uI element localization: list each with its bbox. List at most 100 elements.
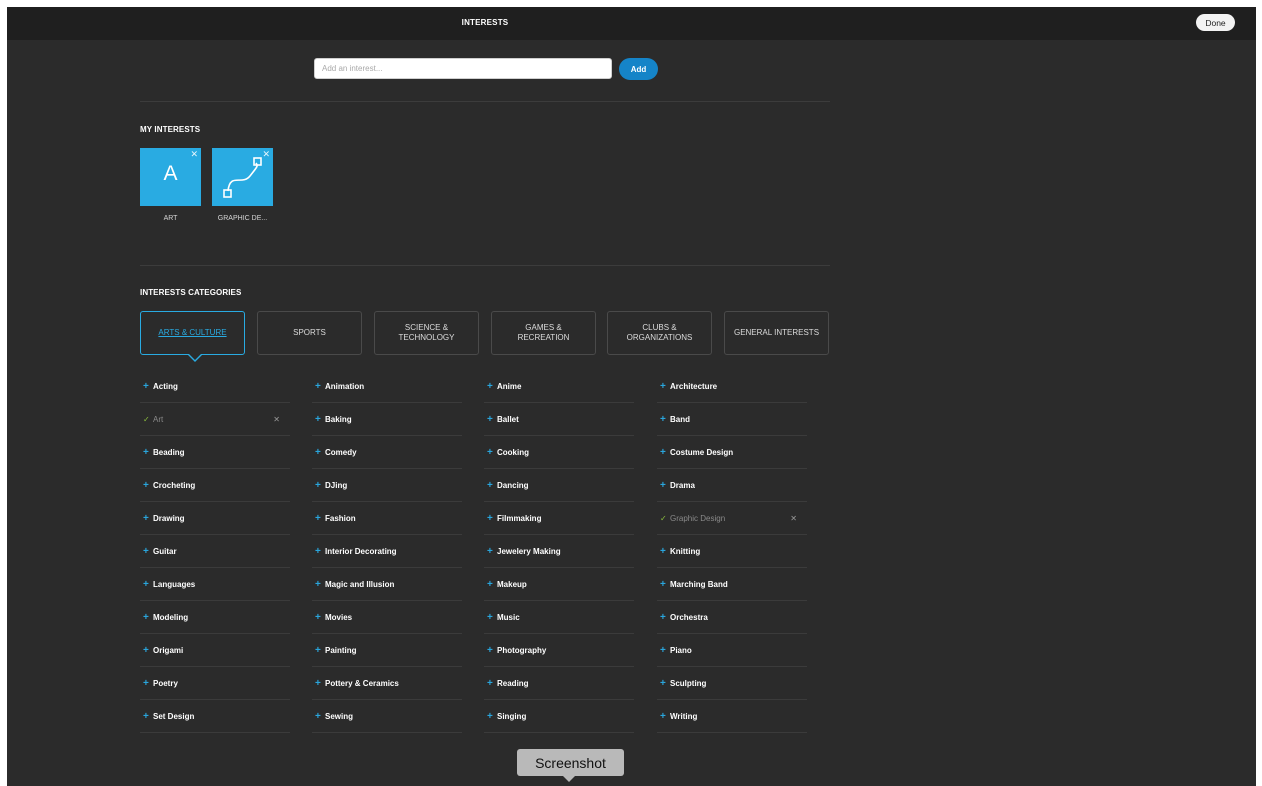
interest-item[interactable]: ✓ Art ✕: [140, 403, 290, 436]
plus-icon: +: [487, 677, 493, 689]
interest-label: Sculpting: [670, 678, 707, 688]
interest-item[interactable]: + Beading: [140, 436, 290, 469]
interest-label: Painting: [325, 645, 357, 655]
interest-item[interactable]: ✓ Graphic Design ✕: [657, 502, 807, 535]
interest-item[interactable]: + Drama: [657, 469, 807, 502]
plus-icon: +: [143, 512, 149, 524]
plus-icon: +: [487, 578, 493, 590]
remove-icon[interactable]: ✕: [190, 149, 198, 159]
interest-item[interactable]: + Poetry: [140, 667, 290, 700]
interest-item[interactable]: + Ballet: [484, 403, 634, 436]
interest-item[interactable]: + Orchestra: [657, 601, 807, 634]
interest-item[interactable]: + Pottery & Ceramics: [312, 667, 462, 700]
interest-label: Reading: [497, 678, 529, 688]
interest-item[interactable]: + Painting: [312, 634, 462, 667]
plus-icon: +: [143, 644, 149, 656]
interest-item[interactable]: + Dancing: [484, 469, 634, 502]
interest-item[interactable]: + Fashion: [312, 502, 462, 535]
plus-icon: +: [487, 446, 493, 458]
interest-item[interactable]: + Magic and Illusion: [312, 568, 462, 601]
interest-label: Band: [670, 414, 690, 424]
interest-item[interactable]: + Piano: [657, 634, 807, 667]
plus-icon: +: [487, 545, 493, 557]
plus-icon: +: [143, 545, 149, 557]
plus-icon: +: [487, 710, 493, 722]
plus-icon: +: [487, 611, 493, 623]
interest-label: Origami: [153, 645, 184, 655]
remove-icon[interactable]: ✕: [790, 514, 797, 523]
interest-tile-graphic-design[interactable]: ✕: [212, 148, 273, 206]
interest-label: Ballet: [497, 414, 519, 424]
interest-item[interactable]: + Photography: [484, 634, 634, 667]
interest-item[interactable]: + Drawing: [140, 502, 290, 535]
interest-item[interactable]: + Movies: [312, 601, 462, 634]
plus-icon: +: [143, 611, 149, 623]
bezier-path-icon: [223, 157, 262, 198]
plus-icon: +: [143, 380, 149, 392]
interest-item[interactable]: + Crocheting: [140, 469, 290, 502]
tile-label-graphic-design: GRAPHIC DE...: [217, 215, 268, 222]
interest-item[interactable]: + Comedy: [312, 436, 462, 469]
interest-label: Music: [497, 612, 520, 622]
interest-label: Filmmaking: [497, 513, 542, 523]
interest-item[interactable]: + Baking: [312, 403, 462, 436]
interest-item[interactable]: + Architecture: [657, 370, 807, 403]
tab-sports[interactable]: SPORTS: [257, 311, 362, 355]
interest-item[interactable]: + Guitar: [140, 535, 290, 568]
interest-label: Singing: [497, 711, 527, 721]
interest-item[interactable]: + Anime: [484, 370, 634, 403]
remove-icon[interactable]: ✕: [273, 415, 280, 424]
interest-tile-art[interactable]: ✕ A: [140, 148, 201, 206]
interest-label: Fashion: [325, 513, 356, 523]
plus-icon: +: [660, 446, 666, 458]
interest-label: Graphic Design: [670, 513, 726, 523]
interest-item[interactable]: + Modeling: [140, 601, 290, 634]
interest-item[interactable]: + Origami: [140, 634, 290, 667]
interest-label: Baking: [325, 414, 352, 424]
tab-games-recreation[interactable]: GAMES & RECREATION: [491, 311, 596, 355]
interest-label: Guitar: [153, 546, 177, 556]
interest-item[interactable]: + DJing: [312, 469, 462, 502]
interest-label: Set Design: [153, 711, 195, 721]
interest-item[interactable]: + Sewing: [312, 700, 462, 733]
interest-item[interactable]: + Jewelery Making: [484, 535, 634, 568]
interest-item[interactable]: + Writing: [657, 700, 807, 733]
interest-item[interactable]: + Singing: [484, 700, 634, 733]
interest-item[interactable]: + Acting: [140, 370, 290, 403]
interest-item[interactable]: + Knitting: [657, 535, 807, 568]
interest-label: Jewelery Making: [497, 546, 561, 556]
interest-item[interactable]: + Sculpting: [657, 667, 807, 700]
tab-arts-culture[interactable]: ARTS & CULTURE: [140, 311, 245, 355]
add-button[interactable]: Add: [619, 58, 658, 80]
interest-label: Piano: [670, 645, 692, 655]
interest-label: Art: [153, 414, 164, 424]
screenshot-tooltip: Screenshot: [517, 749, 624, 776]
add-interest-input[interactable]: [314, 58, 612, 79]
tab-general-interests[interactable]: GENERAL INTERESTS: [724, 311, 829, 355]
interest-item[interactable]: + Cooking: [484, 436, 634, 469]
interest-item[interactable]: + Reading: [484, 667, 634, 700]
interest-column: + Anime + Ballet + Cooking + Dancing + Filmmaking…: [484, 370, 634, 733]
interest-item[interactable]: + Band: [657, 403, 807, 436]
plus-icon: +: [315, 446, 321, 458]
plus-icon: +: [143, 710, 149, 722]
tooltip-arrow: [563, 776, 575, 782]
interest-item[interactable]: + Languages: [140, 568, 290, 601]
done-button[interactable]: Done: [1196, 14, 1235, 31]
tab-science-technology[interactable]: SCIENCE & TECHNOLOGY: [374, 311, 479, 355]
interests-window: INTERESTS Done Add MY INTERESTS ✕ A ART …: [7, 7, 1256, 786]
plus-icon: +: [487, 413, 493, 425]
interest-item[interactable]: + Marching Band: [657, 568, 807, 601]
active-tab-pointer-inner: [189, 354, 201, 360]
plus-icon: +: [660, 380, 666, 392]
interest-item[interactable]: + Costume Design: [657, 436, 807, 469]
plus-icon: +: [143, 677, 149, 689]
interest-item[interactable]: + Makeup: [484, 568, 634, 601]
interest-item[interactable]: + Music: [484, 601, 634, 634]
interest-item[interactable]: + Animation: [312, 370, 462, 403]
interest-item[interactable]: + Filmmaking: [484, 502, 634, 535]
interest-item[interactable]: + Interior Decorating: [312, 535, 462, 568]
interest-item[interactable]: + Set Design: [140, 700, 290, 733]
interest-label: Pottery & Ceramics: [325, 678, 399, 688]
tab-clubs-organizations[interactable]: CLUBS & ORGANIZATIONS: [607, 311, 712, 355]
